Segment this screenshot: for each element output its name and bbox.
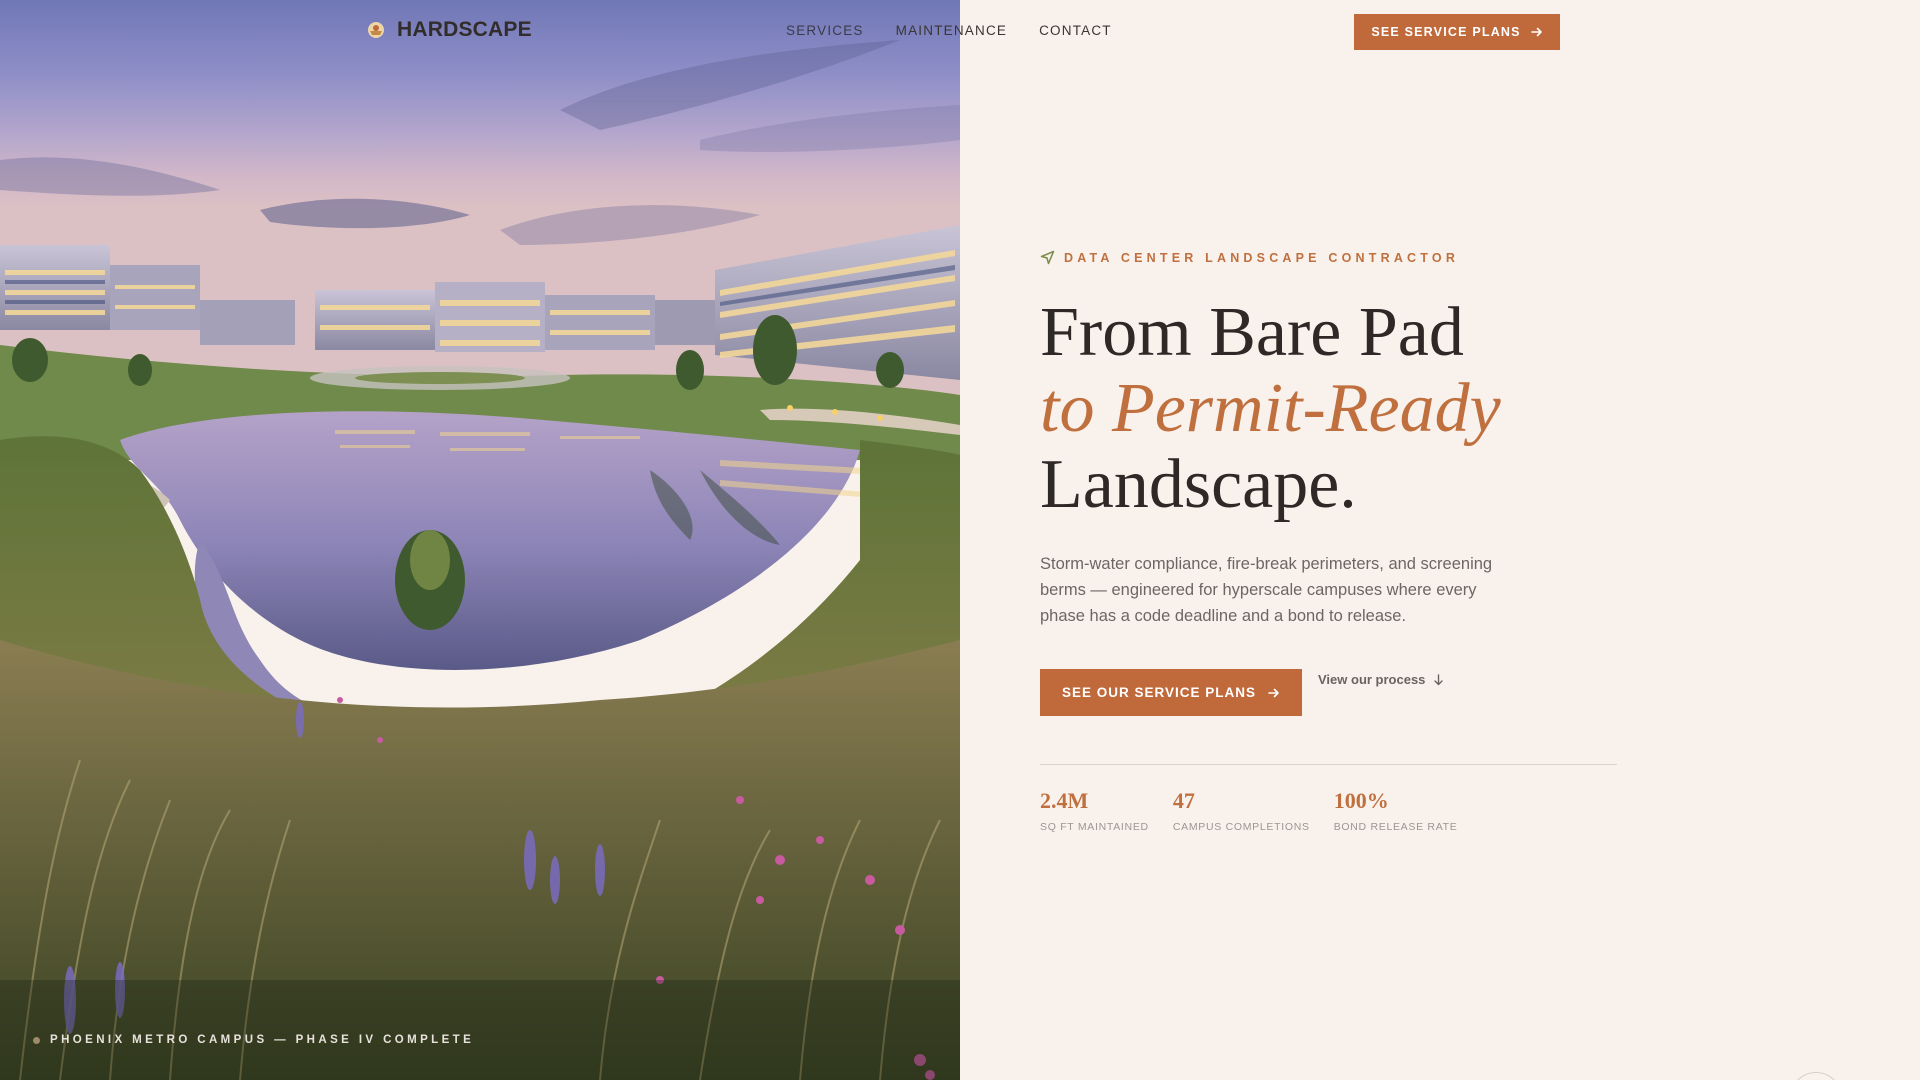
- stats-divider: [1040, 764, 1617, 765]
- image-caption: PHOENIX METRO CAMPUS — PHASE IV COMPLETE: [33, 1034, 474, 1046]
- stat-completions: 47 CAMPUS COMPLETIONS: [1172, 788, 1310, 834]
- stat-label: BOND RELEASE RATE: [1333, 821, 1458, 833]
- caption-dot: [33, 1036, 40, 1044]
- nav-services[interactable]: SERVICES: [786, 23, 864, 38]
- brand-name: HARDSCAPE: [397, 18, 532, 41]
- headline-accent: to Permit-Ready: [1040, 370, 1501, 447]
- stat-value: 2.4M: [1040, 788, 1089, 813]
- stat-value: 100%: [1333, 788, 1389, 813]
- stat-label: SQ FT MAINTAINED: [1040, 821, 1149, 833]
- navigation-arrow-icon: [1040, 250, 1055, 265]
- sun-badge-icon: [368, 22, 384, 38]
- nav-maintenance[interactable]: MAINTENANCE: [896, 23, 1007, 38]
- nav-contact[interactable]: CONTACT: [1039, 23, 1112, 38]
- headline-line-3: Landscape.: [1040, 446, 1357, 523]
- stat-value: 47: [1172, 788, 1195, 813]
- hero-content: DATA CENTER LANDSCAPE CONTRACTOR From Ba…: [1040, 250, 1620, 833]
- header-service-plans-button[interactable]: SEE SERVICE PLANS: [1354, 14, 1560, 50]
- landing-page: PHOENIX METRO CAMPUS — PHASE IV COMPLETE…: [0, 0, 1920, 1080]
- headline-line-1: From Bare Pad: [1040, 294, 1464, 371]
- arrow-right-icon: [1530, 27, 1542, 37]
- scroll-indicator[interactable]: [1790, 1072, 1842, 1080]
- stat-label: CAMPUS COMPLETIONS: [1172, 821, 1310, 833]
- view-process-label: View our process: [1318, 672, 1426, 687]
- stat-bond-release: 100% BOND RELEASE RATE: [1333, 788, 1458, 834]
- arrow-down-icon: [1434, 673, 1444, 685]
- caption-text: PHOENIX METRO CAMPUS — PHASE IV COMPLETE: [50, 1034, 475, 1046]
- header-cta-label: SEE SERVICE PLANS: [1371, 25, 1521, 39]
- stats-row: 2.4M SQ FT MAINTAINED 47 CAMPUS COMPLETI…: [1040, 788, 1620, 834]
- eyebrow: DATA CENTER LANDSCAPE CONTRACTOR: [1040, 250, 1620, 265]
- stat-sq-ft: 2.4M SQ FT MAINTAINED: [1040, 788, 1149, 834]
- site-header: HARDSCAPE SERVICES MAINTENANCE CONTACT S…: [0, 0, 1920, 64]
- hero-photo: PHOENIX METRO CAMPUS — PHASE IV COMPLETE: [0, 0, 960, 1080]
- eyebrow-text: DATA CENTER LANDSCAPE CONTRACTOR: [1064, 250, 1460, 265]
- service-plans-button[interactable]: SEE OUR SERVICE PLANS: [1040, 669, 1302, 716]
- main-nav: SERVICES MAINTENANCE CONTACT: [786, 23, 1112, 38]
- hero-actions: SEE OUR SERVICE PLANS View our process: [1040, 669, 1620, 716]
- hero-description: Storm-water compliance, fire-break perim…: [1040, 555, 1493, 625]
- view-process-link[interactable]: View our process: [1318, 672, 1444, 687]
- hero-headline: From Bare Pad to Permit-Ready Landscape.: [1040, 295, 1620, 523]
- brand-logo[interactable]: HARDSCAPE: [367, 18, 532, 42]
- primary-cta-label: SEE OUR SERVICE PLANS: [1061, 685, 1257, 700]
- arrow-right-icon: [1268, 688, 1279, 697]
